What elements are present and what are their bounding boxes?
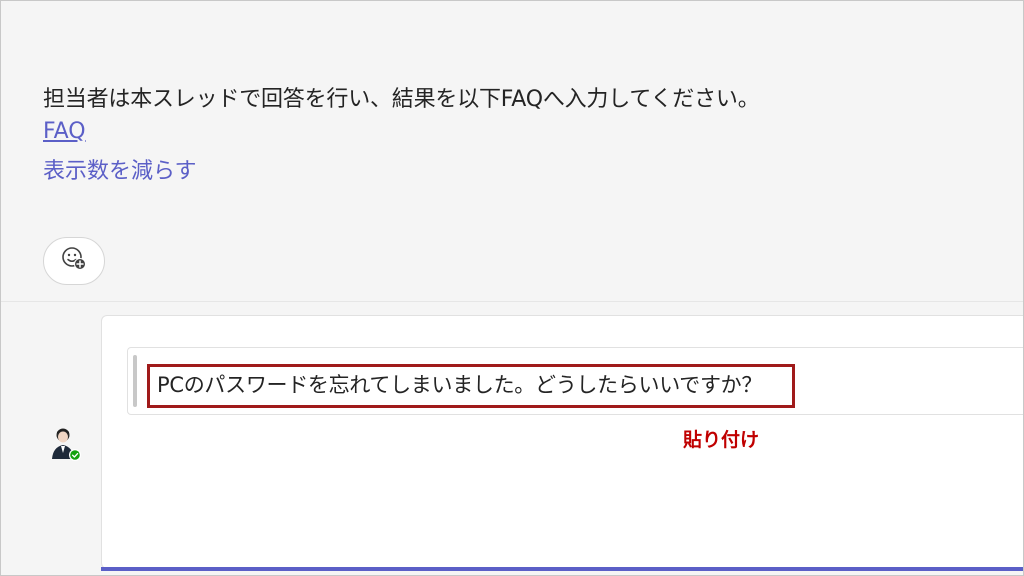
emoji-add-icon	[60, 245, 88, 277]
quote-bar	[133, 355, 137, 407]
avatar[interactable]	[49, 425, 83, 463]
channel-post: 担当者は本スレッドで回答を行い、結果を以下FAQへ入力してください。 FAQ 表…	[1, 1, 1023, 301]
post-message-text: 担当者は本スレッドで回答を行い、結果を以下FAQへ入力してください。	[43, 87, 760, 112]
add-reaction-button[interactable]	[43, 237, 105, 285]
teams-thread-view: 担当者は本スレッドで回答を行い、結果を以下FAQへ入力してください。 FAQ 表…	[0, 0, 1024, 576]
show-less-link[interactable]: 表示数を減らす	[43, 153, 197, 185]
presence-available-icon	[69, 449, 81, 461]
paste-annotation: 貼り付け	[683, 429, 760, 451]
faq-link[interactable]: FAQ	[43, 119, 86, 144]
compose-focus-underline	[101, 567, 1023, 571]
highlight-box	[147, 364, 795, 408]
